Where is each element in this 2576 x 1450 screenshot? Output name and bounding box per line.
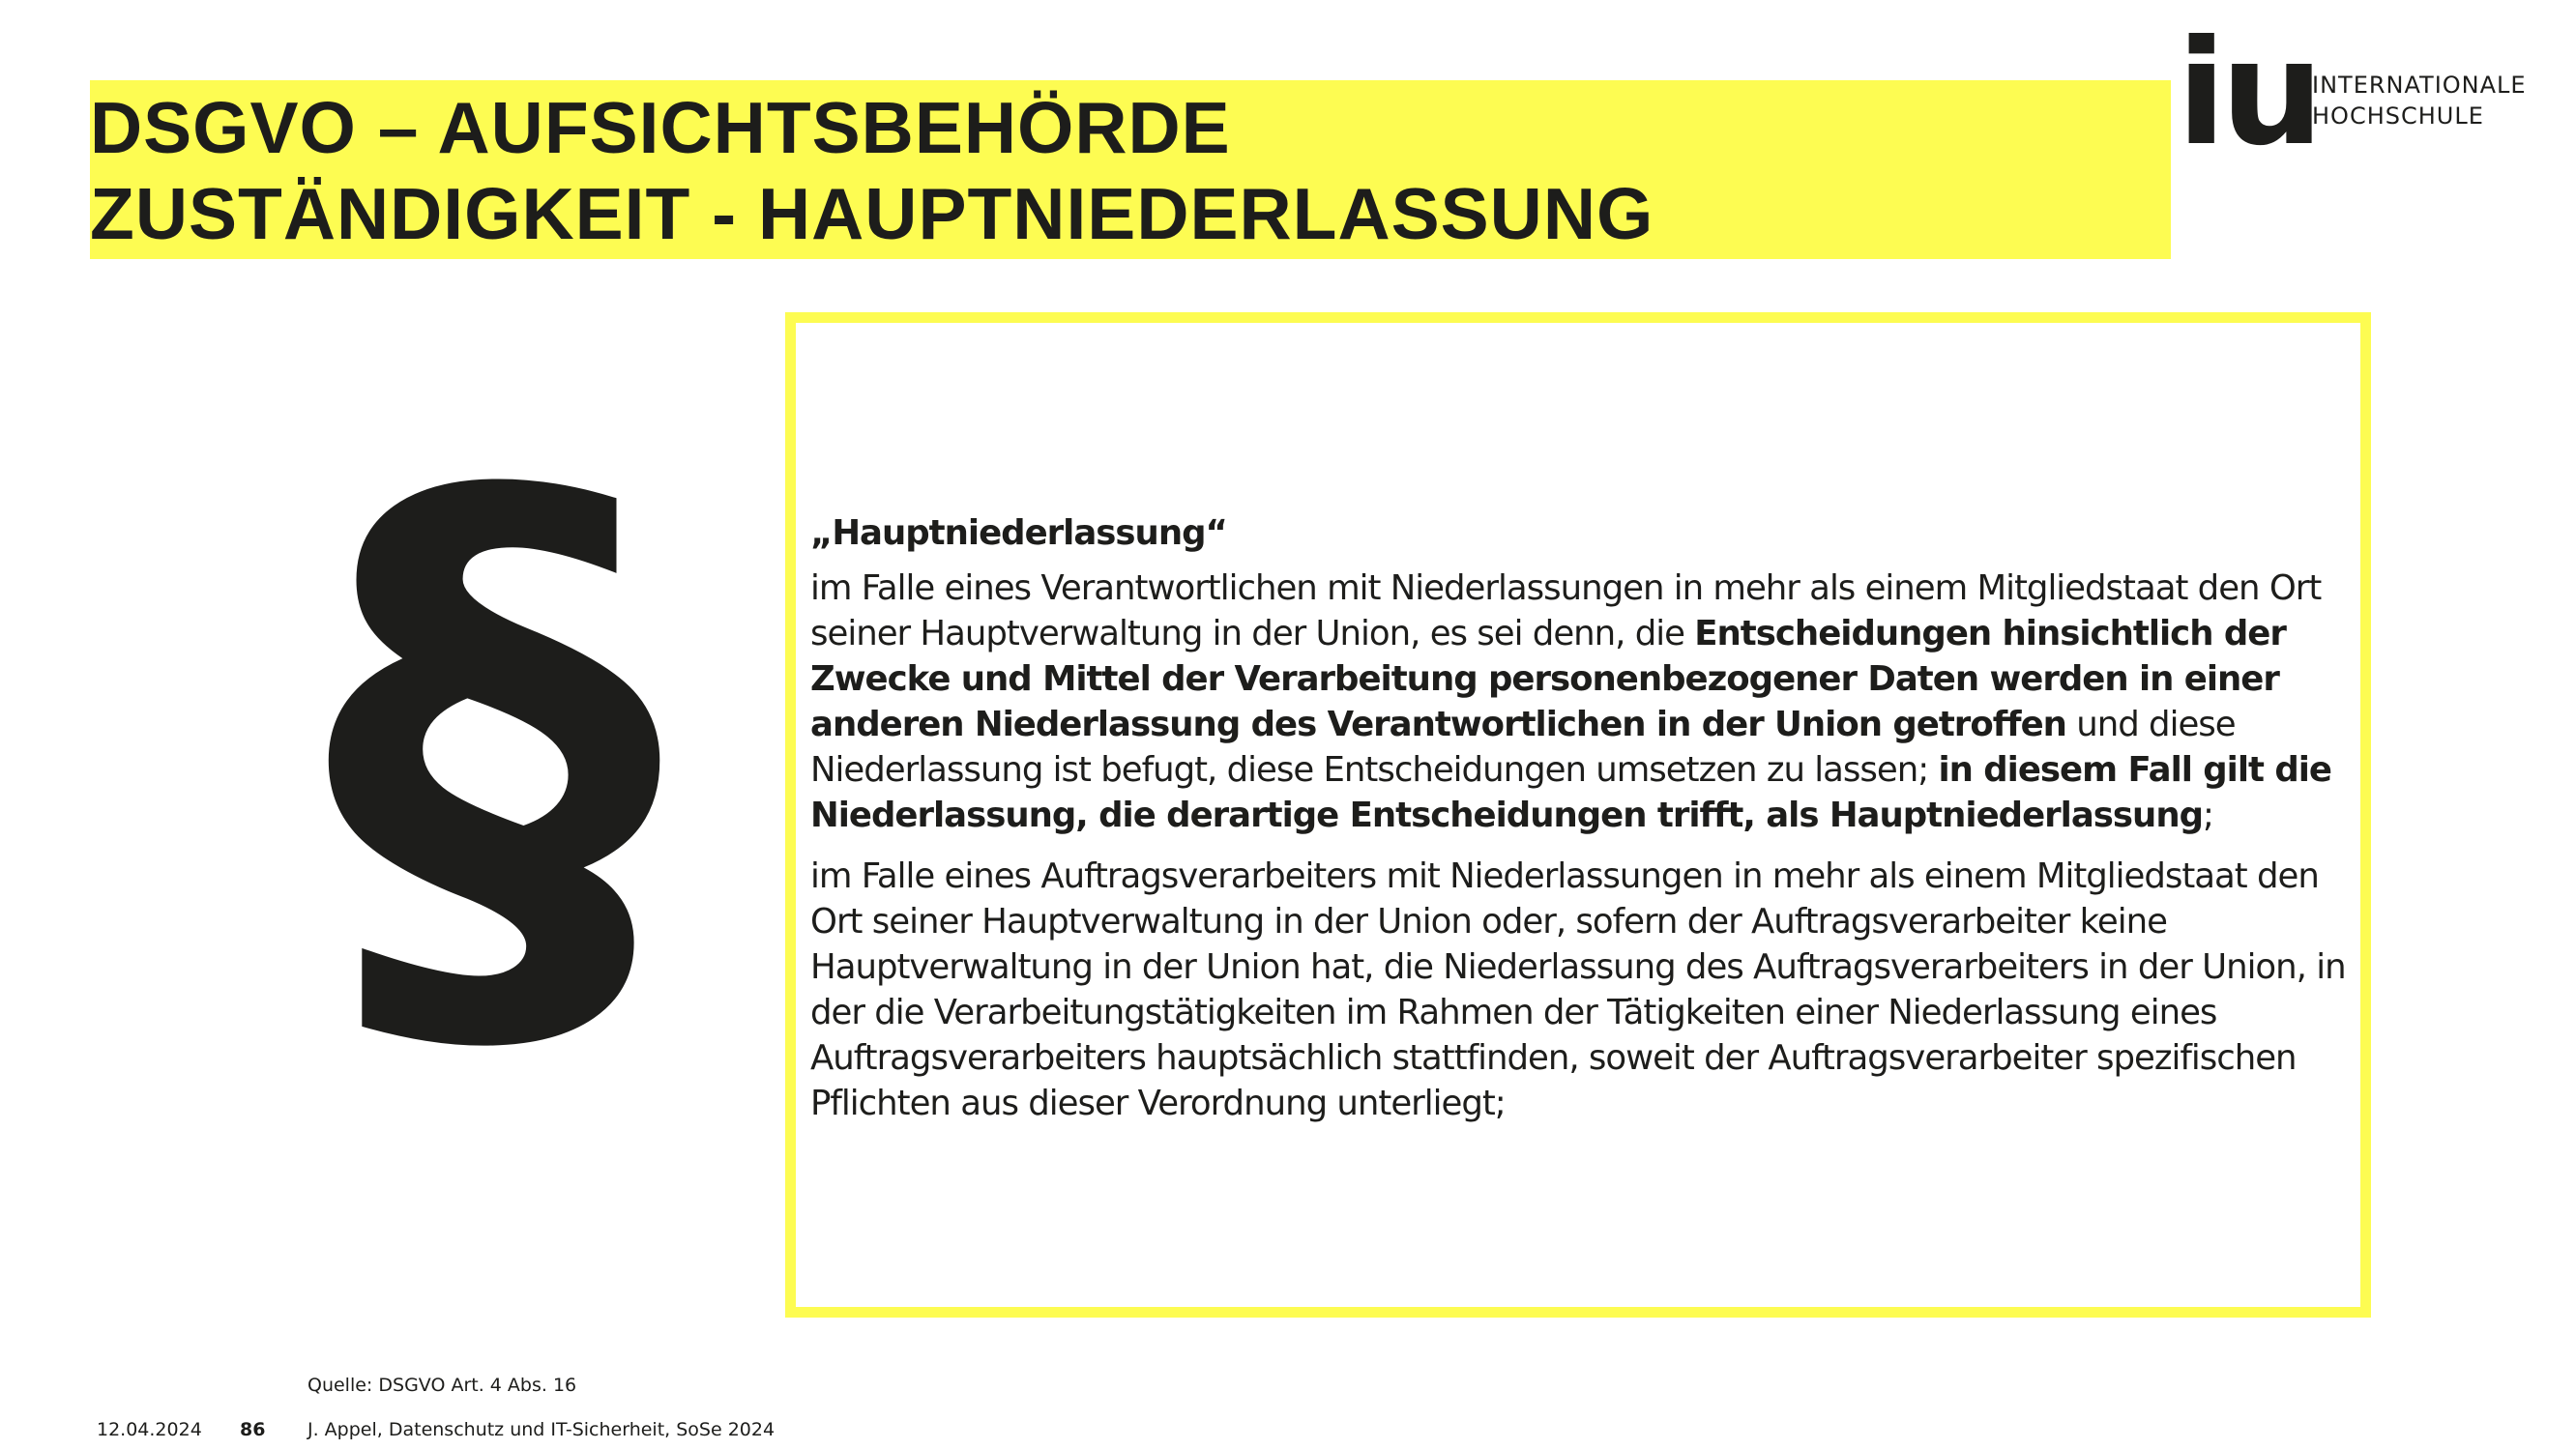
slide-title-line-1: DSGVO – AUFSICHTSBEHÖRDE [90, 87, 1231, 168]
svg-text:§: § [324, 440, 662, 1116]
paragraph-sign-icon: § [324, 440, 662, 1116]
source-citation: Quelle: DSGVO Art. 4 Abs. 16 [307, 1375, 577, 1396]
p1-text-3: ; [2203, 796, 2214, 835]
definition-paragraph-1: im Falle eines Verantwortlichen mit Nied… [810, 566, 2365, 838]
logo-line-2: HOCHSCHULE [2312, 102, 2484, 130]
logo-wordmark: INTERNATIONALE HOCHSCHULE [2312, 70, 2527, 131]
logo-line-1: INTERNATIONALE [2312, 72, 2527, 99]
page-number: 86 [240, 1419, 266, 1440]
slide-title: DSGVO – AUFSICHTSBEHÖRDE ZUSTÄNDIGKEIT -… [90, 85, 1654, 257]
definition-text: „Hauptniederlassung“ im Falle eines Vera… [810, 510, 2365, 1142]
logo-mark: iu [2177, 10, 2324, 178]
definition-heading: „Hauptniederlassung“ [810, 513, 1228, 553]
definition-paragraph-2: im Falle eines Auftragsverarbeiters mit … [810, 856, 2347, 1123]
footer-date: 12.04.2024 [97, 1419, 202, 1440]
footer-author: J. Appel, Datenschutz und IT-Sicherheit,… [307, 1419, 776, 1440]
iu-logo: iu INTERNATIONALE HOCHSCHULE [2177, 21, 2526, 166]
slide-title-line-2: ZUSTÄNDIGKEIT - HAUPTNIEDERLASSUNG [90, 173, 1654, 254]
